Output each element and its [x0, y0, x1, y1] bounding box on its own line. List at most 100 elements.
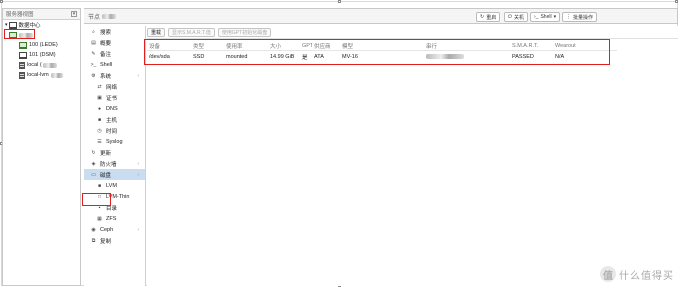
resize-handle[interactable] [338, 0, 341, 3]
nav-item-label: 主机 [106, 117, 118, 124]
collapse-icon[interactable]: ▾ [5, 22, 8, 28]
nav-item-label: 网络 [106, 84, 118, 91]
tree-item-label: 数据中心 [18, 23, 41, 29]
menu-icon: ⋮ [566, 14, 571, 20]
resource-tree: 服务器视图 ▾ ▾ 数据中心 100 (LEDE) 101 (DSM) loca… [2, 8, 81, 286]
chevron-right-icon: › [137, 72, 139, 79]
chevron-down-icon: ▾ [553, 14, 557, 20]
nav-item-10[interactable]: ☰ Syslog [84, 136, 145, 147]
copy-icon: ⧉ [91, 237, 96, 244]
shutdown-button[interactable]: ⏻ 关机 [504, 12, 528, 22]
ceph-icon: ◉ [91, 226, 96, 233]
nav-item-label: 复制 [100, 238, 112, 245]
search-icon: ⌕ [92, 28, 95, 35]
disks-panel: 重载 显示S.M.A.R.T.值 使用GPT初始化磁盘 设备 类型 使用率 大小 GPT… [147, 26, 678, 286]
node-name-redacted [102, 13, 117, 19]
nav-item-label: 证书 [106, 95, 118, 102]
nav-item-18[interactable]: ◉ Ceph › [84, 224, 145, 235]
nav-item-12[interactable]: ◈ 防火墙 › [84, 158, 145, 169]
watermark-logo: 值 [600, 266, 616, 282]
nav-item-label: Shell [100, 61, 113, 68]
storage-icon [19, 71, 25, 79]
terminal-icon: >_ [90, 61, 97, 68]
nav-item-label: 系统 [100, 73, 112, 80]
reload-button[interactable]: 重载 [147, 27, 166, 37]
init-gpt-button[interactable]: 使用GPT初始化磁盘 [217, 27, 272, 37]
storage-icon [19, 61, 25, 69]
tree-view-selector[interactable]: 服务器视图 ▾ [3, 9, 80, 20]
clock-icon: ◷ [97, 127, 102, 134]
chevron-down-icon[interactable]: ▾ [71, 11, 77, 17]
nav-item-label: 防火墙 [100, 161, 117, 168]
nav-item-label: 磁盘 [100, 172, 112, 179]
reboot-label: 重启 [486, 14, 497, 21]
bulk-actions-button[interactable]: ⋮ 批量操作 [562, 12, 598, 22]
shutdown-label: 关机 [513, 14, 524, 21]
nav-item-3[interactable]: >_ Shell [84, 59, 145, 70]
square-icon: ■ [97, 182, 102, 189]
bulk-label: 批量操作 [573, 14, 594, 21]
nav-item-14[interactable]: ■ LVM [84, 180, 145, 191]
grid-icon: ▦ [97, 215, 102, 222]
nav-item-6[interactable]: ▣ 证书 [84, 92, 145, 103]
resize-handle[interactable] [0, 0, 3, 3]
storage-suffix-redacted [42, 62, 57, 68]
nav-item-19[interactable]: ⧉ 复制 [84, 235, 145, 246]
tree-item-vm-101[interactable]: 101 (DSM) [3, 50, 80, 60]
node-nav-menu: ⌕ 搜索 ▤ 概要 ✎ 备注 >_ Shell ⚙ 系统 › ⇄ 网络 ▣ 证书 ● DNS ■ 主机 ◷ 时间 ☰ Sys… [84, 26, 146, 286]
chevron-right-icon: › [137, 171, 139, 178]
globe-icon: ● [97, 105, 102, 112]
chevron-right-icon: › [137, 226, 139, 233]
notes-icon: ✎ [91, 50, 96, 57]
resize-handle[interactable] [675, 0, 678, 3]
refresh-icon: ↻ [91, 149, 96, 156]
nav-item-0[interactable]: ⌕ 搜索 [84, 26, 145, 37]
gear-icon: ⚙ [91, 72, 96, 79]
tree-item-label: local ( [27, 62, 42, 68]
nav-item-17[interactable]: ▦ ZFS [84, 213, 145, 224]
nav-item-1[interactable]: ▤ 概要 [84, 37, 145, 48]
tree-item-vm-100[interactable]: 100 (LEDE) [3, 40, 80, 50]
nav-item-5[interactable]: ⇄ 网络 [84, 81, 145, 92]
certificate-icon: ▣ [97, 94, 102, 101]
highlight-box [144, 39, 610, 65]
reboot-icon: ↻ [480, 14, 485, 20]
nav-item-8[interactable]: ■ 主机 [84, 114, 145, 125]
chevron-right-icon: › [137, 160, 139, 167]
tree-item-storage-local-lvm[interactable]: local-lvm [3, 70, 80, 80]
nav-item-label: DNS [106, 105, 118, 112]
nav-item-label: 更新 [100, 150, 112, 157]
reboot-button[interactable]: ↻ 重启 [476, 12, 501, 22]
tree-item-label: 100 (LEDE) [29, 42, 58, 48]
nav-item-13[interactable]: ▭ 磁盘 › [84, 169, 145, 180]
shell-label: Shell [540, 14, 552, 20]
shell-button[interactable]: ›_ Shell ▾ [530, 12, 561, 22]
nav-item-4[interactable]: ⚙ 系统 › [84, 70, 145, 81]
power-icon: ⏻ [508, 14, 512, 20]
tree-item-storage-local[interactable]: local ( [3, 60, 80, 70]
storage-suffix-redacted [50, 72, 63, 78]
watermark-text: 什么值得买 [619, 270, 674, 282]
nav-item-7[interactable]: ● DNS [84, 103, 145, 114]
datacenter-icon [8, 21, 17, 29]
nav-item-11[interactable]: ↻ 更新 [84, 147, 145, 158]
nav-item-9[interactable]: ◷ 时间 [84, 125, 145, 136]
nav-item-label: 概要 [100, 40, 112, 47]
disks-toolbar: 重载 显示S.M.A.R.T.值 使用GPT初始化磁盘 [147, 26, 678, 39]
host-icon: ■ [97, 116, 102, 123]
nav-item-label: 备注 [100, 51, 112, 58]
nav-item-2[interactable]: ✎ 备注 [84, 48, 145, 59]
nav-item-label: ZFS [106, 215, 117, 222]
show-smart-button[interactable]: 显示S.M.A.R.T.值 [168, 27, 215, 37]
tree-item-label: 101 (DSM) [29, 52, 56, 58]
terminal-icon: ›_ [534, 14, 539, 20]
highlight-box [4, 29, 35, 39]
node-header: 节点 ↻ 重启 ⏻ 关机 ›_ Shell ▾ ⋮ 批量操作 [84, 8, 678, 24]
vm-icon [19, 41, 27, 49]
watermark: 值 什么值得买 [600, 266, 674, 282]
nav-item-label: Ceph [100, 226, 114, 233]
highlight-box [82, 193, 111, 206]
shield-icon: ◈ [91, 160, 96, 167]
disk-icon: ▭ [91, 171, 96, 178]
nav-item-label: LVM [106, 182, 117, 189]
